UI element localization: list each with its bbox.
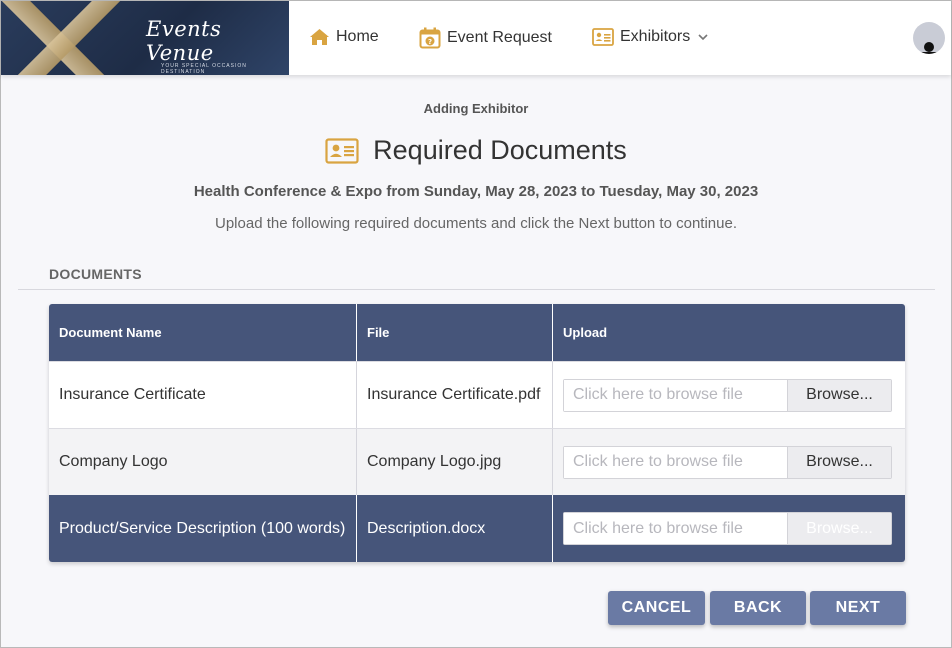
- instructions-text: Upload the following required documents …: [215, 215, 737, 232]
- svg-text:?: ?: [428, 38, 432, 46]
- nav-exhibitors[interactable]: Exhibitors: [592, 27, 708, 47]
- column-header-upload: Upload: [563, 325, 608, 340]
- upload-cell: Browse...: [553, 495, 905, 562]
- logo-tagline: YOUR SPECIAL OCCASION DESTINATION: [161, 63, 247, 75]
- documents-section-label: DOCUMENTS: [49, 266, 142, 282]
- upload-cell: Browse...: [553, 429, 905, 495]
- file-path-input[interactable]: [564, 379, 787, 411]
- events-venue-logo[interactable]: Events Venue YOUR SPECIAL OCCASION DESTI…: [1, 1, 289, 75]
- logo-text: Events Venue: [146, 17, 222, 65]
- file-upload-control: Browse...: [563, 445, 892, 479]
- browse-button[interactable]: Browse...: [787, 513, 891, 544]
- page-title: Required Documents: [1, 135, 951, 166]
- table-row[interactable]: Insurance Certificate Insurance Certific…: [49, 361, 905, 428]
- id-card-icon: [592, 27, 614, 47]
- next-button[interactable]: NEXT: [810, 591, 906, 625]
- user-avatar[interactable]: [913, 22, 945, 54]
- browse-button[interactable]: Browse...: [787, 446, 891, 478]
- nav-exhibitors-label: Exhibitors: [620, 28, 691, 45]
- document-name-cell: Company Logo: [49, 429, 357, 495]
- section-divider: [18, 289, 935, 290]
- browse-button[interactable]: Browse...: [787, 379, 891, 411]
- table-header-row: Document Name File Upload: [49, 304, 905, 361]
- calendar-question-icon: ?: [419, 27, 441, 49]
- id-card-icon: [325, 137, 359, 164]
- file-upload-control: Browse...: [563, 378, 892, 412]
- nav-home[interactable]: Home: [309, 27, 379, 47]
- table-row[interactable]: Company Logo Company Logo.jpg Browse...: [49, 428, 905, 495]
- file-path-input[interactable]: [564, 446, 787, 478]
- page-subtitle: Adding Exhibitor: [423, 101, 529, 116]
- home-icon: [309, 27, 330, 47]
- upload-cell: Browse...: [553, 362, 905, 428]
- document-name-cell: Product/Service Description (100 words): [49, 495, 357, 562]
- top-header: Events Venue YOUR SPECIAL OCCASION DESTI…: [1, 1, 951, 75]
- back-button[interactable]: BACK: [710, 591, 806, 625]
- column-header-document-name: Document Name: [49, 304, 357, 361]
- file-name-cell: Company Logo.jpg: [357, 429, 553, 495]
- page-title-text: Required Documents: [373, 135, 627, 165]
- file-name-cell: Description.docx: [357, 495, 553, 562]
- user-icon: [913, 42, 945, 54]
- chevron-down-icon: [698, 33, 708, 41]
- cancel-button[interactable]: CANCEL: [608, 591, 705, 625]
- file-upload-control: Browse...: [563, 512, 892, 545]
- nav-event-request[interactable]: ? Event Request: [419, 27, 552, 49]
- column-header-file: File: [357, 304, 553, 361]
- nav-home-label: Home: [336, 28, 379, 45]
- file-name-cell: Insurance Certificate.pdf: [357, 362, 553, 428]
- event-details: Health Conference & Expo from Sunday, Ma…: [193, 183, 759, 200]
- document-name-cell: Insurance Certificate: [49, 362, 357, 428]
- file-path-input[interactable]: [564, 513, 787, 544]
- nav-event-request-label: Event Request: [447, 29, 552, 46]
- table-row-selected[interactable]: Product/Service Description (100 words) …: [49, 495, 905, 562]
- documents-table: Document Name File Upload Insurance Cert…: [49, 304, 905, 562]
